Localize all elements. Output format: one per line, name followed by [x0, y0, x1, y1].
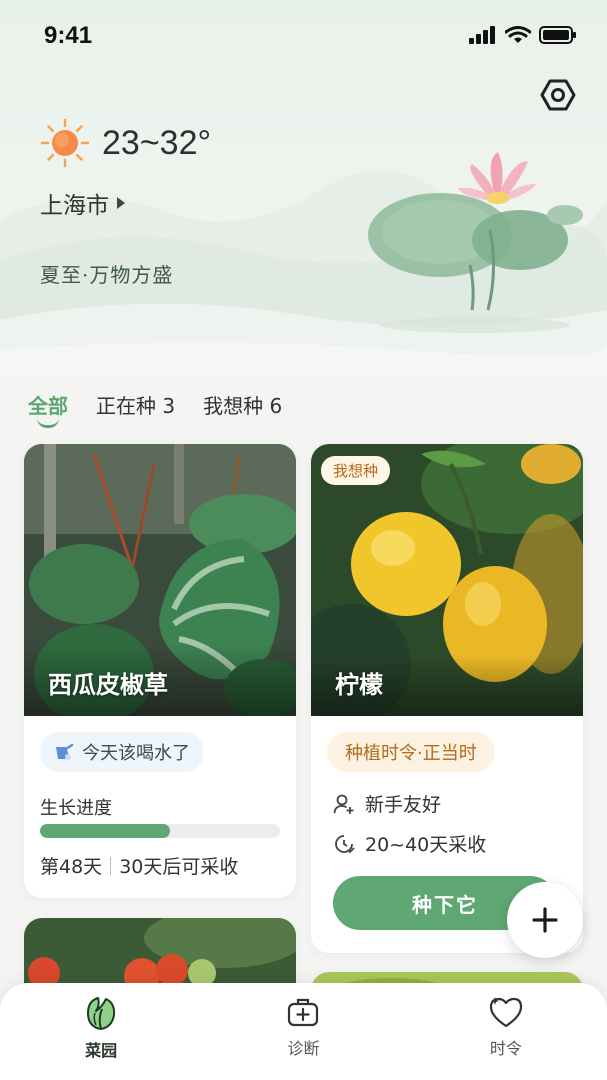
- settings-hexagon-icon: [540, 79, 576, 111]
- settings-button[interactable]: [538, 75, 578, 115]
- cabbage-icon: [87, 997, 116, 1030]
- bottom-navigation: 菜园 诊断 时令: [0, 983, 607, 1080]
- garden-tabs: 全部 正在种 3 我想种 6: [28, 390, 282, 434]
- temperature-text: 23~32°: [102, 123, 212, 162]
- city-name: 上海市: [40, 193, 109, 219]
- clock-check-icon: [335, 834, 355, 853]
- lotus-illustration: [368, 152, 583, 333]
- watering-can-icon: [56, 743, 74, 760]
- battery-icon: [539, 26, 576, 44]
- tab-label: 正在种 3: [96, 394, 176, 418]
- season-chip: 种植时令·正当时: [327, 732, 495, 772]
- status-time: 9:41: [44, 22, 93, 49]
- season-text: 种植时令·正当时: [345, 743, 477, 764]
- tab-all[interactable]: 全部: [28, 390, 68, 428]
- plus-icon: [532, 907, 558, 933]
- weather-summary: 23~32°: [40, 118, 211, 168]
- reminder-text: 今天该喝水了: [82, 743, 190, 764]
- plant-photo: 我想种 柠檬: [311, 444, 583, 716]
- tab-wishlist[interactable]: 我想种 6: [203, 390, 282, 419]
- growth-progress-fill: [40, 824, 170, 838]
- heart-sparkle-icon: [489, 997, 522, 1028]
- plant-card-lemon[interactable]: 我想种 柠檬 种植时令·正当时 新手友好 20~40天采收 种下它: [311, 444, 583, 953]
- wifi-icon: [505, 26, 531, 43]
- header-hero: 9:41 23~32° 上海市 夏至·万物方盛: [0, 0, 607, 380]
- divider: [110, 856, 112, 875]
- city-selector[interactable]: 上海市: [40, 186, 125, 220]
- nav-label: 时令: [489, 1039, 522, 1058]
- tab-label: 我想种 6: [203, 394, 283, 418]
- tab-active-indicator: [37, 418, 59, 428]
- tab-label: 全部: [28, 394, 68, 418]
- nav-item-diagnose[interactable]: 诊断: [202, 983, 404, 1080]
- user-plus-icon: [333, 794, 354, 814]
- sun-icon: [40, 118, 90, 168]
- add-plant-button[interactable]: [507, 882, 583, 958]
- tab-growing[interactable]: 正在种 3: [96, 390, 175, 419]
- day-count: 第48天: [40, 856, 103, 878]
- water-reminder[interactable]: 今天该喝水了: [40, 732, 204, 772]
- plant-card-peperomia[interactable]: 西瓜皮椒草 今天该喝水了 生长进度 第48天 30天后可采收: [24, 444, 296, 898]
- difficulty-text: 新手友好: [365, 794, 442, 816]
- caret-right-icon: [117, 197, 125, 209]
- harvest-text: 20~40天采收: [365, 834, 487, 856]
- medkit-icon: [288, 998, 319, 1027]
- nav-label: 菜园: [85, 1041, 118, 1060]
- harvest-countdown: 30天后可采收: [119, 856, 239, 878]
- growth-label: 生长进度: [40, 798, 112, 819]
- plant-photo: 西瓜皮椒草: [24, 444, 296, 716]
- nav-item-season[interactable]: 时令: [405, 983, 607, 1080]
- difficulty-row: 新手友好: [333, 790, 441, 817]
- status-bar: 9:41: [0, 0, 607, 72]
- plant-name: 西瓜皮椒草: [48, 671, 168, 699]
- harvest-row: 20~40天采收: [333, 830, 486, 857]
- plant-name: 柠檬: [335, 671, 383, 699]
- status-icons: [469, 26, 577, 44]
- signal-icon: [469, 26, 495, 44]
- growth-progress-bar: [40, 824, 280, 838]
- nav-item-garden[interactable]: 菜园: [0, 983, 202, 1080]
- solar-term-text: 夏至·万物方盛: [40, 263, 174, 287]
- nav-label: 诊断: [287, 1039, 320, 1058]
- wishlist-tag: 我想种: [321, 456, 391, 485]
- growth-days: 第48天 30天后可采收: [40, 852, 238, 879]
